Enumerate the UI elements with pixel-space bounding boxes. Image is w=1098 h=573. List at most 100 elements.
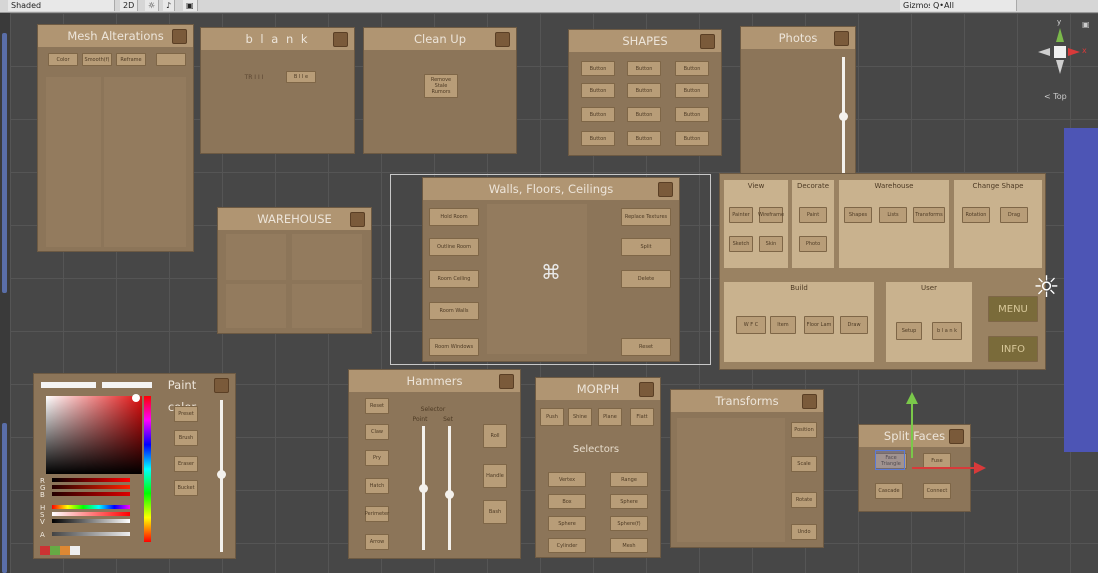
blank-button[interactable]: B I I e xyxy=(286,71,316,83)
outline-room-button[interactable]: Outline Room xyxy=(429,238,479,256)
brush-button[interactable]: Brush xyxy=(174,430,198,446)
wireframe-button[interactable]: Wireframe xyxy=(758,207,784,223)
menu-button[interactable]: MENU xyxy=(988,296,1038,322)
mesh-button[interactable]: Mesh xyxy=(610,538,648,553)
cascade-button[interactable]: Cascade xyxy=(875,483,903,499)
shapes-button[interactable]: Shapes xyxy=(844,207,872,223)
sphere-button[interactable]: Sphere xyxy=(610,494,648,509)
arrow-button[interactable]: Arrow xyxy=(365,534,389,550)
push-button[interactable]: Push xyxy=(540,408,564,426)
set-slider-track[interactable] xyxy=(448,426,451,550)
bash-button[interactable]: Bash xyxy=(483,500,507,524)
row-s[interactable]: S xyxy=(40,511,140,519)
neg-y-cone-icon[interactable] xyxy=(1056,60,1064,74)
shape-button[interactable]: Button xyxy=(675,83,709,98)
photo-button[interactable]: Photo xyxy=(799,236,827,252)
item-button[interactable]: Item xyxy=(770,316,796,334)
paint-button[interactable]: Paint xyxy=(799,207,827,223)
row-r[interactable]: R xyxy=(40,477,140,485)
sphere2-button[interactable]: Sphere xyxy=(548,516,586,531)
bucket-button[interactable]: Bucket xyxy=(174,480,198,496)
blue-mesh-object[interactable] xyxy=(1064,128,1098,452)
sphere-f-button[interactable]: Sphere(f) xyxy=(610,516,648,531)
room-walls-button[interactable]: Room Walls xyxy=(429,302,479,320)
rotate-button[interactable]: Rotate xyxy=(791,492,817,508)
box-button[interactable]: Box xyxy=(548,494,586,509)
remove-stale-button[interactable]: Remove Stale Rumors xyxy=(424,74,458,98)
2d-toggle[interactable]: 2D xyxy=(120,0,139,11)
plane-button[interactable]: Plane xyxy=(598,408,622,426)
undo-button[interactable]: Undo xyxy=(791,524,817,540)
flatt-button[interactable]: Flatt xyxy=(630,408,654,426)
sketch-button[interactable]: Sketch xyxy=(729,236,753,252)
move-gizmo-y-icon[interactable] xyxy=(911,396,913,458)
shape-button[interactable]: Button xyxy=(675,61,709,76)
draw-button[interactable]: Draw xyxy=(840,316,868,334)
shape-button[interactable]: Button xyxy=(627,107,661,122)
transforms-button[interactable]: Transforms xyxy=(913,207,945,223)
shading-mode-dropdown[interactable]: Shaded xyxy=(8,0,115,11)
close-button[interactable] xyxy=(700,34,715,49)
floor-lam-button[interactable]: Floor Lam xyxy=(804,316,834,334)
scene-search-input[interactable]: Q•All xyxy=(930,0,1017,11)
axis-gizmo[interactable]: y x ▣ < Top xyxy=(1030,18,1090,108)
x-axis-cone-icon[interactable] xyxy=(1068,48,1080,56)
move-gizmo-x-arrow-icon[interactable] xyxy=(974,462,986,474)
position-button[interactable]: Position xyxy=(791,422,817,438)
close-button[interactable] xyxy=(499,374,514,389)
replace-textures-button[interactable]: Replace Textures xyxy=(621,208,671,226)
view-cube-icon[interactable] xyxy=(1054,46,1066,58)
shape-button[interactable]: Button xyxy=(627,61,661,76)
close-button[interactable] xyxy=(350,212,365,227)
claw-button[interactable]: Claw xyxy=(365,424,389,440)
row-b[interactable]: B xyxy=(40,491,140,499)
split-button[interactable]: Split xyxy=(621,238,671,256)
close-button[interactable] xyxy=(639,382,654,397)
cylinder-button[interactable]: Cylinder xyxy=(548,538,586,553)
close-button[interactable] xyxy=(658,182,673,197)
color-button[interactable]: Color xyxy=(48,53,78,66)
hex-input[interactable] xyxy=(41,382,96,388)
color-picker-square[interactable] xyxy=(46,396,142,474)
shape-button[interactable]: Button xyxy=(627,131,661,146)
row-h[interactable]: H xyxy=(40,504,140,512)
blank-user-button[interactable]: b l a n k xyxy=(932,322,962,340)
roll-button[interactable]: Roll xyxy=(483,424,507,448)
pry-button[interactable]: Pry xyxy=(365,450,389,466)
reframe-button[interactable]: Reframe xyxy=(116,53,146,66)
painter-button[interactable]: Painter xyxy=(729,207,753,223)
setup-button[interactable]: Setup xyxy=(896,322,922,340)
close-button[interactable] xyxy=(333,32,348,47)
close-button[interactable] xyxy=(949,429,964,444)
room-windows-button[interactable]: Room Windows xyxy=(429,338,479,356)
close-button[interactable] xyxy=(802,394,817,409)
directional-light-icon[interactable]: ☼ xyxy=(1033,273,1060,303)
range-button[interactable]: Range xyxy=(610,472,648,487)
skin-button[interactable]: Skin xyxy=(759,236,783,252)
brush-size-handle[interactable] xyxy=(217,470,226,479)
delete-button[interactable]: Delete xyxy=(621,270,671,288)
audio-toggle-icon[interactable]: ♪ xyxy=(163,0,176,11)
lists-button[interactable]: Lists xyxy=(879,207,907,223)
lighting-toggle-icon[interactable]: ☼ xyxy=(145,0,160,11)
shape-button[interactable]: Button xyxy=(675,131,709,146)
row-a[interactable]: A xyxy=(40,531,140,539)
row-v[interactable]: V xyxy=(40,518,140,526)
close-button[interactable] xyxy=(172,29,187,44)
photos-slider-handle[interactable] xyxy=(839,112,848,121)
connect-button[interactable]: Connect xyxy=(923,483,951,499)
neg-x-cone-icon[interactable] xyxy=(1038,48,1050,56)
set-slider-handle[interactable] xyxy=(445,490,454,499)
shape-button[interactable]: Button xyxy=(581,61,615,76)
row-g[interactable]: G xyxy=(40,484,140,492)
hold-room-button[interactable]: Hold Room xyxy=(429,208,479,226)
shape-button[interactable]: Button xyxy=(627,83,661,98)
wfc-button[interactable]: W F C xyxy=(736,316,766,334)
y-axis-cone-icon[interactable] xyxy=(1056,28,1064,42)
shape-button[interactable]: Button xyxy=(675,107,709,122)
shine-button[interactable]: Shine xyxy=(568,408,592,426)
name-input[interactable] xyxy=(102,382,152,388)
reset-button[interactable]: Reset xyxy=(621,338,671,356)
smooth-button[interactable]: Smooth(f) xyxy=(82,53,112,66)
close-button[interactable] xyxy=(834,31,849,46)
